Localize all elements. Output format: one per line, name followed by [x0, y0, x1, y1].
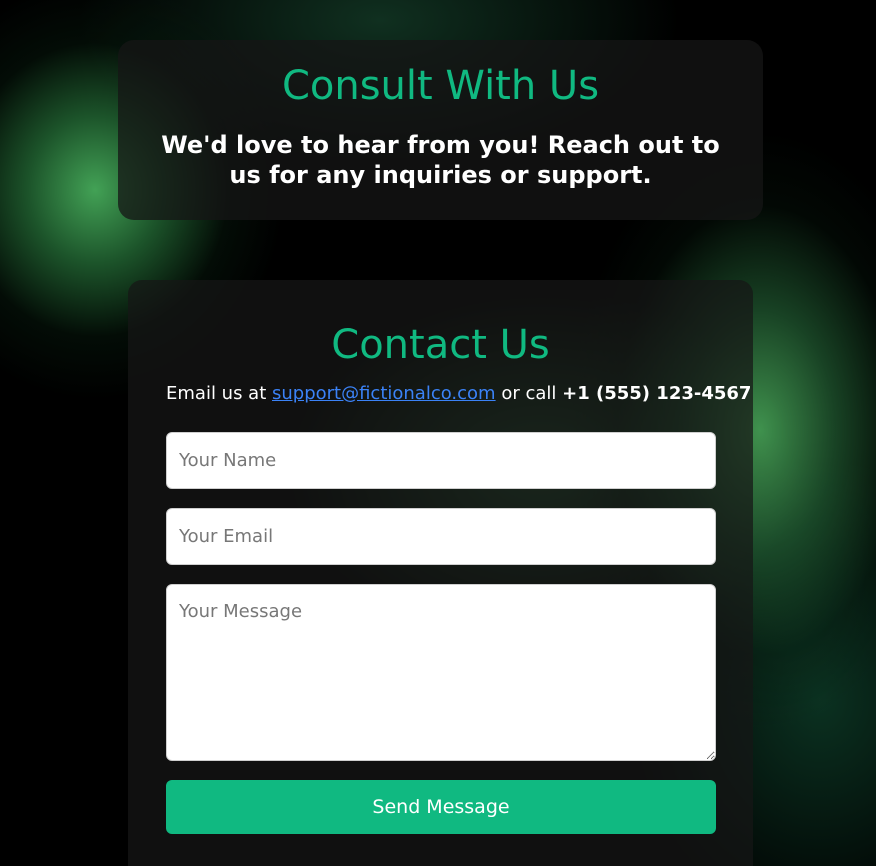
name-field[interactable] [166, 432, 716, 489]
contact-info-prefix: Email us at [166, 383, 272, 404]
email-field[interactable] [166, 508, 716, 565]
email-link[interactable]: support@fictionalco.com [272, 383, 496, 404]
contact-title: Contact Us [331, 322, 550, 368]
send-message-button[interactable]: Send Message [166, 780, 716, 834]
message-field[interactable] [166, 584, 716, 761]
contact-info: Email us at support@fictionalco.com or c… [166, 383, 751, 404]
phone-number: +1 (555) 123-4567 [562, 383, 752, 404]
contact-card: Contact Us Email us at support@fictional… [128, 280, 753, 866]
hero-title: Consult With Us [281, 63, 600, 109]
hero-card: Consult With Us We'd love to hear from y… [118, 40, 763, 220]
contact-info-middle: or call [495, 383, 563, 404]
hero-subtitle: We'd love to hear from you! Reach out to… [161, 131, 720, 189]
